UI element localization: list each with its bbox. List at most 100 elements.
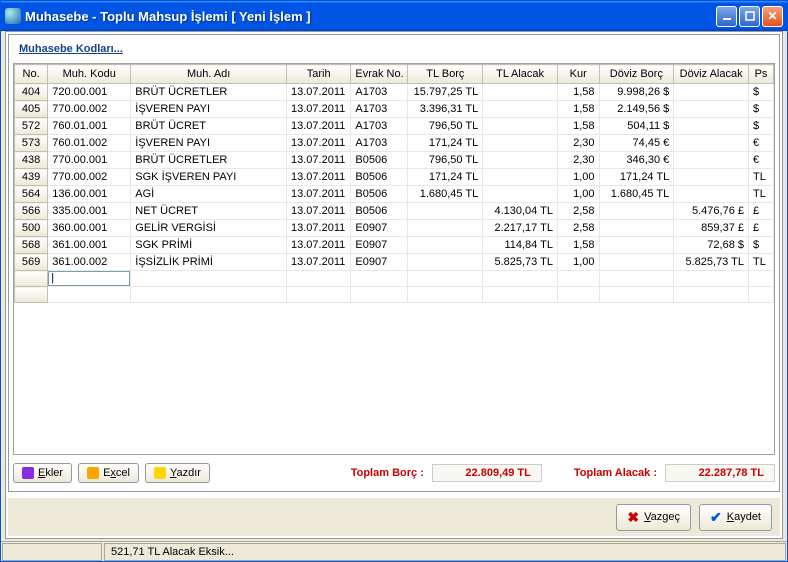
cell-alacak[interactable] — [483, 135, 558, 152]
cell-evrak[interactable]: A1703 — [351, 84, 408, 101]
cell-dalacak[interactable] — [674, 101, 749, 118]
cell-ps[interactable]: $ — [749, 237, 774, 254]
cell-kodu[interactable]: 760.01.001 — [48, 118, 131, 135]
cell-kur[interactable]: 1,58 — [557, 101, 599, 118]
table-row[interactable]: 566335.00.001NET ÜCRET13.07.2011B05064.1… — [15, 203, 774, 220]
cell-borc[interactable]: 171,24 TL — [408, 135, 483, 152]
cell-tarih[interactable]: 13.07.2011 — [287, 169, 351, 186]
cell-evrak[interactable]: A1703 — [351, 118, 408, 135]
cell-kodu[interactable]: 136.00.001 — [48, 186, 131, 203]
cell-ps[interactable]: £ — [749, 220, 774, 237]
cell-kur[interactable]: 1,58 — [557, 118, 599, 135]
table-row[interactable]: 569361.00.002İŞSİZLİK PRİMİ13.07.2011E09… — [15, 254, 774, 271]
cell-evrak[interactable]: A1703 — [351, 135, 408, 152]
col-kodu[interactable]: Muh. Kodu — [48, 65, 131, 84]
cell-adi[interactable]: SGK İŞVEREN PAYI — [131, 169, 287, 186]
cell-kur[interactable]: 2,30 — [557, 152, 599, 169]
cell-borc[interactable]: 796,50 TL — [408, 152, 483, 169]
cell-adi[interactable]: İŞVEREN PAYI — [131, 101, 287, 118]
cell-no[interactable]: 564 — [15, 186, 48, 203]
cell-ps[interactable]: $ — [749, 101, 774, 118]
col-dalacak[interactable]: Döviz Alacak — [674, 65, 749, 84]
cell-adi[interactable]: BRÜT ÜCRET — [131, 118, 287, 135]
cell-evrak[interactable]: B0506 — [351, 186, 408, 203]
cell-adi[interactable]: BRÜT ÜCRETLER — [131, 152, 287, 169]
cell-alacak[interactable]: 2.217,17 TL — [483, 220, 558, 237]
table-row[interactable]: 573760.01.002İŞVEREN PAYI13.07.2011A1703… — [15, 135, 774, 152]
col-alacak[interactable]: TL Alacak — [483, 65, 558, 84]
kaydet-button[interactable]: ✔Kaydet — [699, 504, 772, 531]
cell-no[interactable]: 439 — [15, 169, 48, 186]
cell-ps[interactable]: € — [749, 152, 774, 169]
col-borc[interactable]: TL Borç — [408, 65, 483, 84]
maximize-button[interactable] — [739, 6, 760, 27]
cell-ps[interactable]: TL — [749, 186, 774, 203]
cell-tarih[interactable]: 13.07.2011 — [287, 186, 351, 203]
cell-ps[interactable]: £ — [749, 203, 774, 220]
cell-evrak[interactable]: B0506 — [351, 152, 408, 169]
cell-ps[interactable]: $ — [749, 84, 774, 101]
cell-tarih[interactable]: 13.07.2011 — [287, 152, 351, 169]
cell-dborc[interactable] — [599, 237, 674, 254]
cell-kodu[interactable]: 720.00.001 — [48, 84, 131, 101]
cell-tarih[interactable]: 13.07.2011 — [287, 237, 351, 254]
cell-tarih[interactable]: 13.07.2011 — [287, 84, 351, 101]
input-row[interactable]: | — [15, 271, 774, 287]
cell-kodu[interactable]: 770.00.001 — [48, 152, 131, 169]
cell-tarih[interactable]: 13.07.2011 — [287, 118, 351, 135]
cell-alacak[interactable]: 114,84 TL — [483, 237, 558, 254]
cell-adi[interactable]: AGİ — [131, 186, 287, 203]
minimize-button[interactable] — [716, 6, 737, 27]
cell-adi[interactable]: İŞSİZLİK PRİMİ — [131, 254, 287, 271]
table-row[interactable]: 564136.00.001AGİ13.07.2011B05061.680,45 … — [15, 186, 774, 203]
cell-dborc[interactable]: 9.998,26 $ — [599, 84, 674, 101]
ekler-button[interactable]: Ekler — [13, 463, 72, 483]
cell-borc[interactable] — [408, 203, 483, 220]
cell-no[interactable]: 438 — [15, 152, 48, 169]
yazdir-button[interactable]: Yazdır — [145, 463, 210, 483]
cell-borc[interactable] — [408, 237, 483, 254]
cell-tarih[interactable]: 13.07.2011 — [287, 135, 351, 152]
cell-kodu[interactable]: 361.00.002 — [48, 254, 131, 271]
cell-ps[interactable]: € — [749, 135, 774, 152]
cell-dborc[interactable]: 74,45 € — [599, 135, 674, 152]
cell-kur[interactable]: 1,58 — [557, 84, 599, 101]
cell-borc[interactable]: 15.797,25 TL — [408, 84, 483, 101]
cell-kur[interactable]: 1,00 — [557, 169, 599, 186]
cell-dalacak[interactable] — [674, 186, 749, 203]
cell-adi[interactable]: SGK PRİMİ — [131, 237, 287, 254]
col-ps[interactable]: Ps — [749, 65, 774, 84]
cell-dalacak[interactable]: 859,37 £ — [674, 220, 749, 237]
cell-kur[interactable]: 1,58 — [557, 237, 599, 254]
data-grid[interactable]: No. Muh. Kodu Muh. Adı Tarih Evrak No. T… — [14, 64, 774, 303]
vazgec-button[interactable]: ✖Vazgeç — [616, 504, 691, 531]
cell-tarih[interactable]: 13.07.2011 — [287, 254, 351, 271]
cell-alacak[interactable]: 5.825,73 TL — [483, 254, 558, 271]
cell-dalacak[interactable]: 5.476,76 £ — [674, 203, 749, 220]
cell-no[interactable]: 573 — [15, 135, 48, 152]
table-row[interactable]: 404720.00.001BRÜT ÜCRETLER13.07.2011A170… — [15, 84, 774, 101]
excel-button[interactable]: Excel — [78, 463, 139, 483]
cell-ps[interactable]: $ — [749, 118, 774, 135]
cell-kur[interactable]: 2,58 — [557, 203, 599, 220]
cell-alacak[interactable] — [483, 118, 558, 135]
col-evrak[interactable]: Evrak No. — [351, 65, 408, 84]
cell-kur[interactable]: 2,58 — [557, 220, 599, 237]
cell-dborc[interactable]: 171,24 TL — [599, 169, 674, 186]
cell-alacak[interactable] — [483, 152, 558, 169]
cell-alacak[interactable] — [483, 84, 558, 101]
cell-dborc[interactable] — [599, 220, 674, 237]
col-tarih[interactable]: Tarih — [287, 65, 351, 84]
table-row[interactable]: 500360.00.001GELİR VERGİSİ13.07.2011E090… — [15, 220, 774, 237]
col-dborc[interactable]: Döviz Borç — [599, 65, 674, 84]
cell-borc[interactable]: 171,24 TL — [408, 169, 483, 186]
cell-dalacak[interactable] — [674, 135, 749, 152]
cell-dborc[interactable] — [599, 203, 674, 220]
cell-evrak[interactable]: A1703 — [351, 101, 408, 118]
cell-evrak[interactable]: E0907 — [351, 254, 408, 271]
table-row[interactable]: 405770.00.002İŞVEREN PAYI13.07.2011A1703… — [15, 101, 774, 118]
cell-kodu[interactable]: 361.00.001 — [48, 237, 131, 254]
cell-evrak[interactable]: B0506 — [351, 203, 408, 220]
cell-borc[interactable] — [408, 220, 483, 237]
cell-kur[interactable]: 1,00 — [557, 186, 599, 203]
